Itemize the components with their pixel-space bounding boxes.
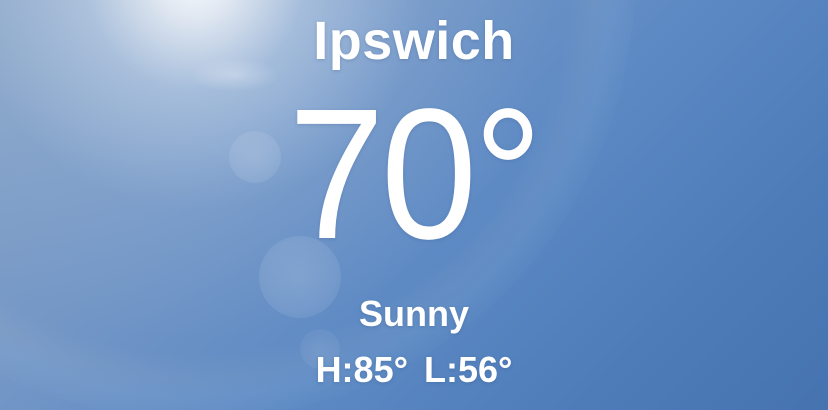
current-conditions: Ipswich 70° Sunny H:85° L:56°: [0, 0, 828, 410]
high-low-temperatures: H:85° L:56°: [0, 349, 828, 391]
city-name: Ipswich: [313, 11, 515, 71]
low-temperature: L:56°: [424, 349, 513, 390]
temperature-value: 70°: [288, 71, 543, 278]
weather-screen: Ipswich 70° Sunny H:85° L:56°: [0, 0, 828, 410]
current-temperature: 70°: [0, 82, 828, 268]
high-temperature: H:85°: [315, 349, 408, 390]
weather-condition: Sunny: [358, 293, 469, 334]
